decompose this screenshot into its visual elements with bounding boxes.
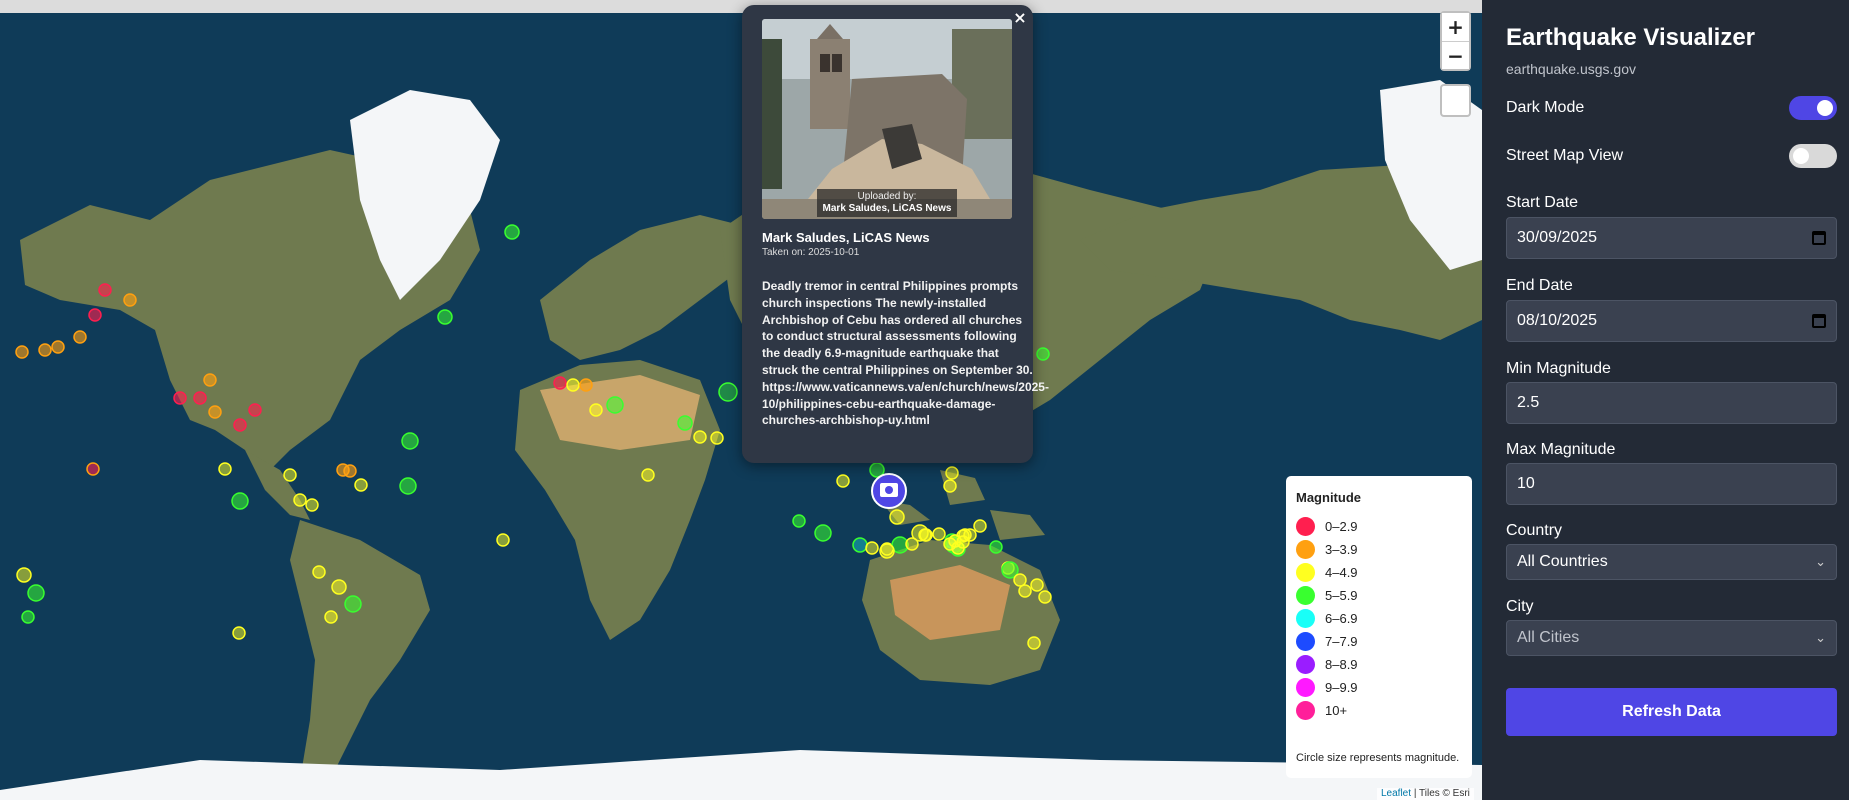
photo-popup: × Uploaded by: Mark Saludes, LiCAS News [742,5,1049,463]
leaflet-link[interactable]: Leaflet [1381,788,1411,799]
map-top-strip [0,0,1482,13]
popup-author: Mark Saludes, LiCAS News [762,230,930,245]
legend-item: 8–8.9 [1296,653,1462,676]
city-select[interactable]: All Cities ⌄ [1506,620,1837,656]
max-magnitude-label: Max Magnitude [1506,441,1616,458]
photo-caption: Uploaded by: Mark Saludes, LiCAS News [817,189,957,217]
legend-color-swatch [1296,540,1315,559]
legend-color-swatch [1296,632,1315,651]
chevron-down-icon: ⌄ [1815,554,1826,570]
legend-color-swatch [1296,701,1315,720]
popup-close-icon[interactable]: × [1011,9,1029,27]
popup-date: Taken on: 2025-10-01 [762,247,860,258]
end-date-label: End Date [1506,277,1573,294]
legend-note: Circle size represents magnitude. [1296,752,1460,764]
start-date-label: Start Date [1506,194,1579,211]
max-magnitude-input[interactable]: 10 [1506,463,1837,505]
zoom-in-button[interactable]: + [1442,13,1469,41]
legend-label: 8–8.9 [1325,657,1358,672]
legend-item: 3–3.9 [1296,538,1462,561]
earthquake-photo: Uploaded by: Mark Saludes, LiCAS News [762,19,1012,219]
app-title: Earthquake Visualizer [1506,24,1755,51]
street-view-label: Street Map View [1506,147,1624,164]
legend-item: 0–2.9 [1296,515,1462,538]
legend-label: 3–3.9 [1325,542,1358,557]
chevron-down-icon: ⌄ [1815,630,1826,646]
legend-item: 5–5.9 [1296,584,1462,607]
legend-label: 7–7.9 [1325,634,1358,649]
dark-mode-toggle[interactable] [1789,96,1837,120]
zoom-control: + − [1440,11,1471,71]
zoom-out-button[interactable]: − [1442,41,1469,69]
magnitude-legend: Magnitude 0–2.9 3–3.9 4–4.9 5–5.9 6–6.9 7–7.9… [1286,476,1472,778]
map-view[interactable]: + − × Uploaded by: Mark Saludes, LiCAS N… [0,0,1482,800]
legend-item: 10+ [1296,699,1462,722]
street-map-toggle[interactable] [1789,144,1837,168]
country-label: Country [1506,522,1563,539]
legend-color-swatch [1296,678,1315,697]
legend-label: 4–4.9 [1325,565,1358,580]
street-view-row: Street Map View [1506,143,1837,169]
legend-title: Magnitude [1296,490,1361,505]
photo-marker-icon [871,473,907,509]
legend-color-swatch [1296,586,1315,605]
min-magnitude-label: Min Magnitude [1506,360,1611,377]
calendar-icon[interactable] [1812,231,1826,245]
control-panel: Earthquake Visualizer earthquake.usgs.go… [1482,0,1849,800]
end-date-input[interactable]: 08/10/2025 [1506,300,1837,342]
legend-label: 9–9.9 [1325,680,1358,695]
country-select[interactable]: All Countries ⌄ [1506,544,1837,580]
legend-label: 5–5.9 [1325,588,1358,603]
legend-item: 4–4.9 [1296,561,1462,584]
legend-item: 7–7.9 [1296,630,1462,653]
legend-color-swatch [1296,655,1315,674]
legend-color-swatch [1296,517,1315,536]
data-source: earthquake.usgs.gov [1506,61,1636,77]
min-magnitude-input[interactable]: 2.5 [1506,382,1837,424]
satellite-basemap [0,13,1482,800]
legend-label: 0–2.9 [1325,519,1358,534]
map-attribution: Leaflet | Tiles © Esri [1377,788,1474,800]
legend-item: 9–9.9 [1296,676,1462,699]
layer-control-button[interactable] [1440,84,1471,117]
legend-color-swatch [1296,609,1315,628]
legend-label: 6–6.9 [1325,611,1358,626]
legend-label: 10+ [1325,703,1348,718]
dark-mode-row: Dark Mode [1506,95,1837,121]
start-date-input[interactable]: 30/09/2025 [1506,217,1837,259]
dark-mode-label: Dark Mode [1506,99,1585,116]
refresh-data-button[interactable]: Refresh Data [1506,688,1837,736]
city-label: City [1506,598,1534,615]
legend-item: 6–6.9 [1296,607,1462,630]
popup-description: Deadly tremor in central Philippines pro… [762,279,1049,428]
calendar-icon[interactable] [1812,314,1826,328]
legend-color-swatch [1296,563,1315,582]
